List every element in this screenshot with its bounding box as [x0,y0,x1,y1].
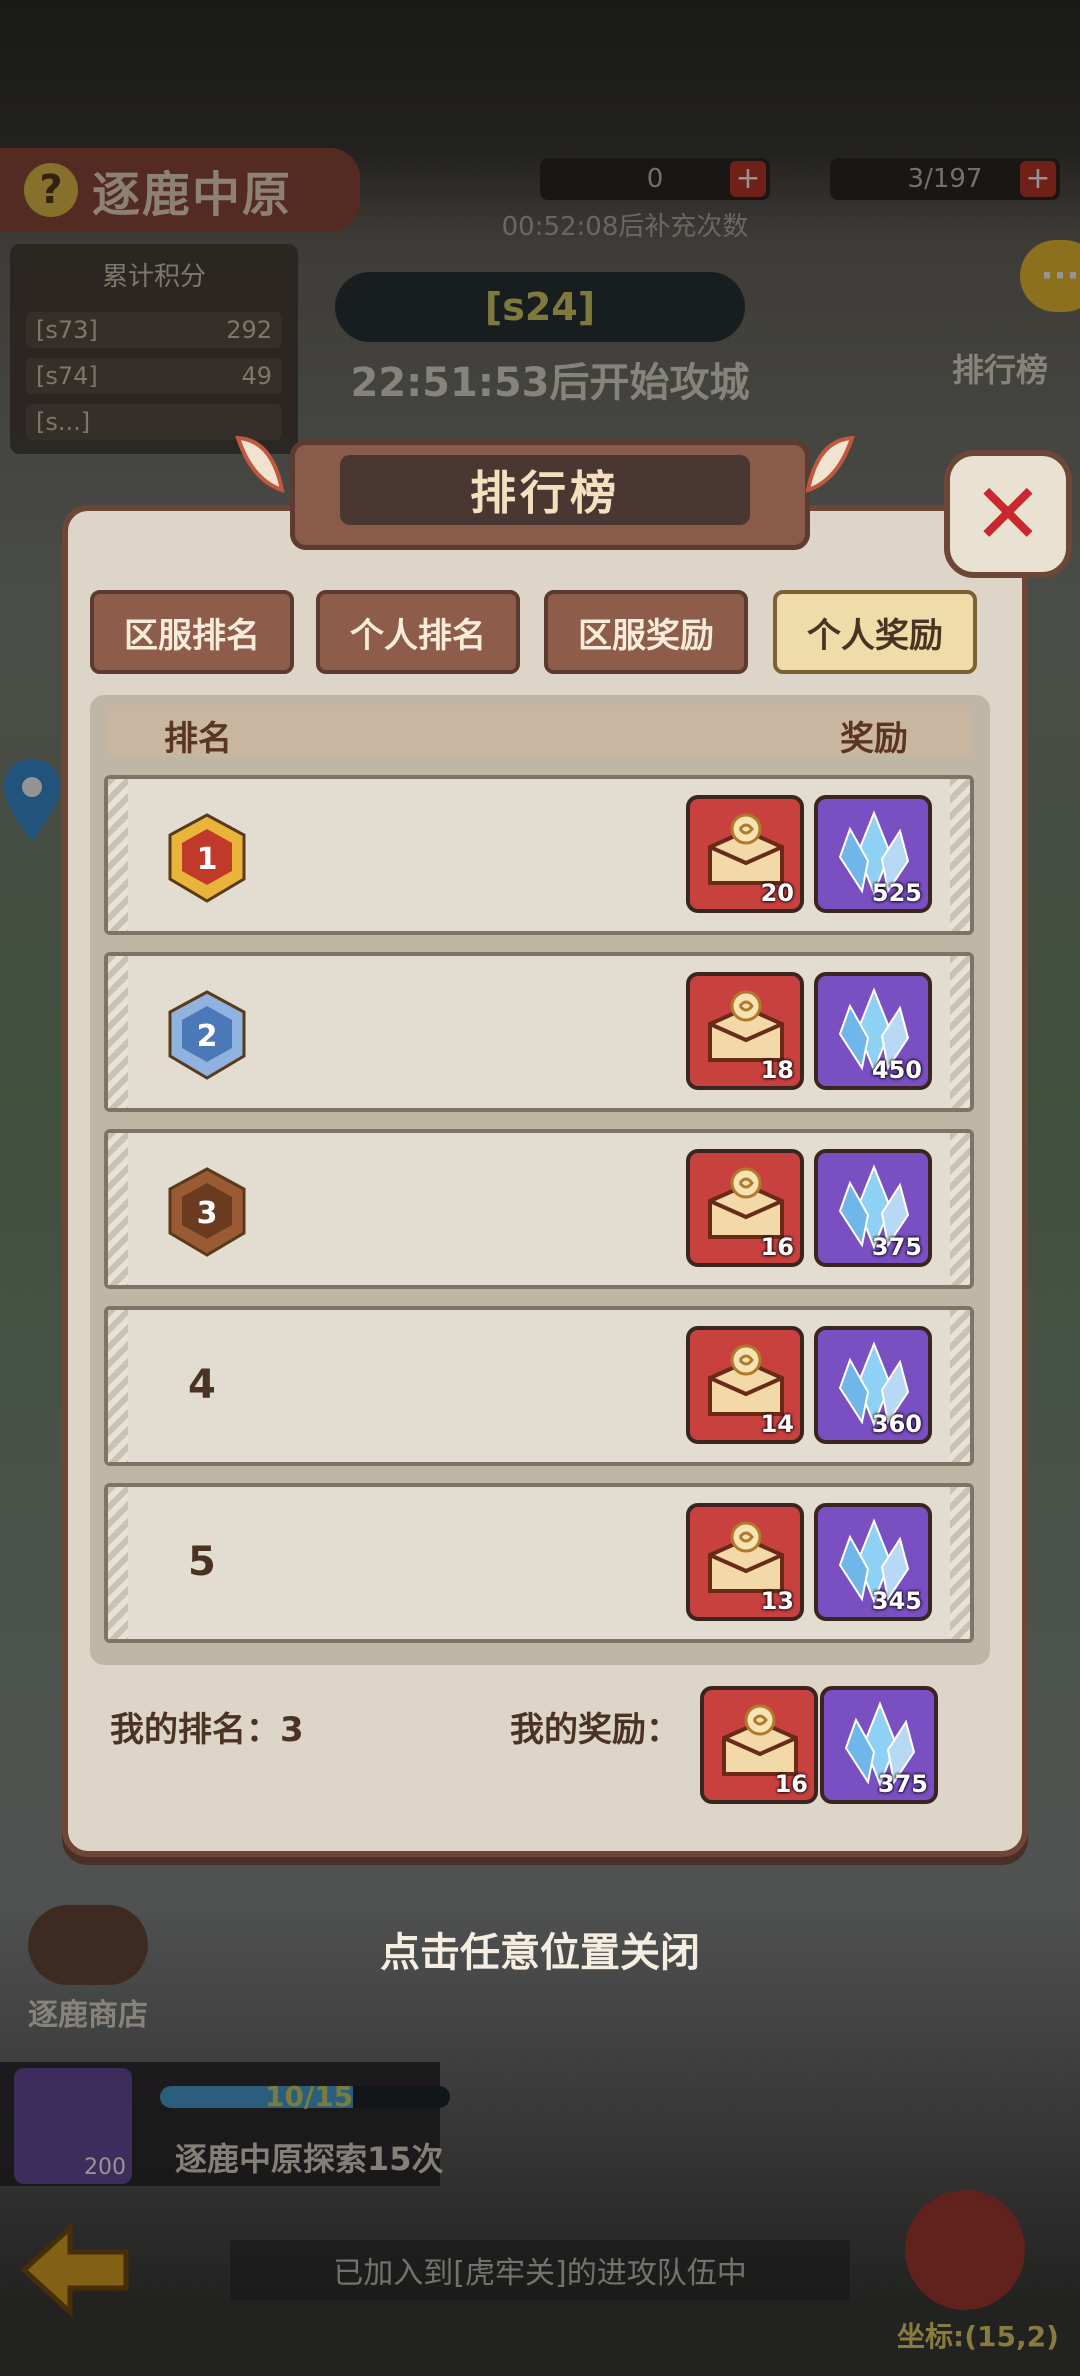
reward-crystal-icon[interactable]: 375 [814,1149,932,1267]
ranking-row: 1 20 525 [104,775,974,935]
ranking-row: 3 16 375 [104,1129,974,1289]
reward-count: 375 [871,1233,922,1261]
tab-personal-rewards[interactable]: 个人奖励 [773,590,977,674]
reward-count: 16 [760,1233,794,1261]
close-icon: ✕ [972,465,1044,563]
reward-chest-icon[interactable]: 18 [686,972,804,1090]
ranking-row: 5 13 345 [104,1483,974,1643]
reward-crystal-icon[interactable]: 450 [814,972,932,1090]
my-rank: 我的排名：3 [110,1710,304,1750]
row-edge-left [108,779,128,931]
my-reward-label: 我的奖励： [510,1710,680,1750]
row-edge-left [108,1310,128,1462]
reward-count: 345 [871,1587,922,1615]
rank-number: 5 [188,1539,216,1585]
close-button[interactable]: ✕ [944,450,1072,578]
reward-count: 16 [774,1770,808,1798]
my-reward-items: 16 375 [700,1686,940,1804]
header-rank: 排名 [164,719,232,759]
header-reward: 奖励 [840,719,908,759]
row-edge-right [950,779,970,931]
tab-personal-ranking[interactable]: 个人排名 [316,590,520,674]
tab-server-rewards[interactable]: 区服奖励 [544,590,748,674]
reward-count: 375 [877,1770,928,1798]
svg-text:2: 2 [197,1019,218,1054]
row-edge-right [950,1133,970,1285]
silver-medal-icon: 2 [158,986,256,1084]
row-edge-right [950,1487,970,1639]
ranking-row: 2 18 450 [104,952,974,1112]
row-edge-left [108,1133,128,1285]
reward-count: 13 [760,1587,794,1615]
reward-chest-icon[interactable]: 14 [686,1326,804,1444]
reward-count: 20 [760,879,794,907]
svg-text:1: 1 [197,842,218,877]
bronze-medal-icon: 3 [158,1163,256,1261]
ranking-row: 4 14 360 [104,1306,974,1466]
modal-title: 排行榜 [340,455,750,525]
reward-chest-icon[interactable]: 16 [700,1686,818,1804]
close-hint: 点击任意位置关闭 [380,1930,700,1976]
reward-count: 18 [760,1056,794,1084]
row-edge-left [108,1487,128,1639]
reward-crystal-icon[interactable]: 375 [820,1686,938,1804]
reward-count: 14 [760,1410,794,1438]
row-edge-right [950,956,970,1108]
reward-crystal-icon[interactable]: 525 [814,795,932,913]
feather-ornament-left-icon [232,430,290,500]
row-edge-right [950,1310,970,1462]
feather-ornament-right-icon [800,430,858,500]
gold-medal-icon: 1 [158,809,256,907]
svg-text:3: 3 [197,1196,218,1231]
rank-number: 4 [188,1362,216,1408]
reward-chest-icon[interactable]: 20 [686,795,804,913]
reward-crystal-icon[interactable]: 345 [814,1503,932,1621]
reward-count: 360 [871,1410,922,1438]
reward-chest-icon[interactable]: 13 [686,1503,804,1621]
row-edge-left [108,956,128,1108]
reward-crystal-icon[interactable]: 360 [814,1326,932,1444]
tab-server-ranking[interactable]: 区服排名 [90,590,294,674]
list-header: 排名 奖励 [108,705,970,759]
reward-count: 450 [871,1056,922,1084]
reward-chest-icon[interactable]: 16 [686,1149,804,1267]
reward-count: 525 [871,879,922,907]
